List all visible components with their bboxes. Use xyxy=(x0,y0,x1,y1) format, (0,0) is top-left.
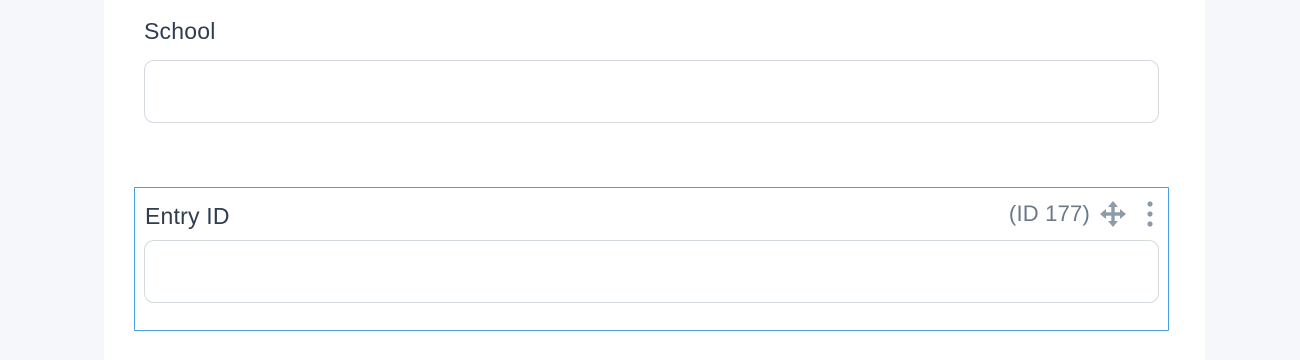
entry-id-input[interactable] xyxy=(144,240,1159,303)
entry-id-field-label: Entry ID xyxy=(145,203,230,229)
school-field[interactable]: School xyxy=(144,16,1159,123)
entry-id-field-selected[interactable]: Entry ID (ID 177) xyxy=(134,187,1169,331)
vertical-ellipsis-icon[interactable] xyxy=(1142,199,1158,229)
form-canvas: School Entry ID (ID 177) xyxy=(104,0,1205,360)
field-toolbar: (ID 177) xyxy=(1009,199,1158,229)
move-arrows-icon[interactable] xyxy=(1098,199,1128,229)
school-input[interactable] xyxy=(144,60,1159,123)
school-field-label: School xyxy=(144,18,216,44)
field-id-badge: (ID 177) xyxy=(1008,201,1090,226)
